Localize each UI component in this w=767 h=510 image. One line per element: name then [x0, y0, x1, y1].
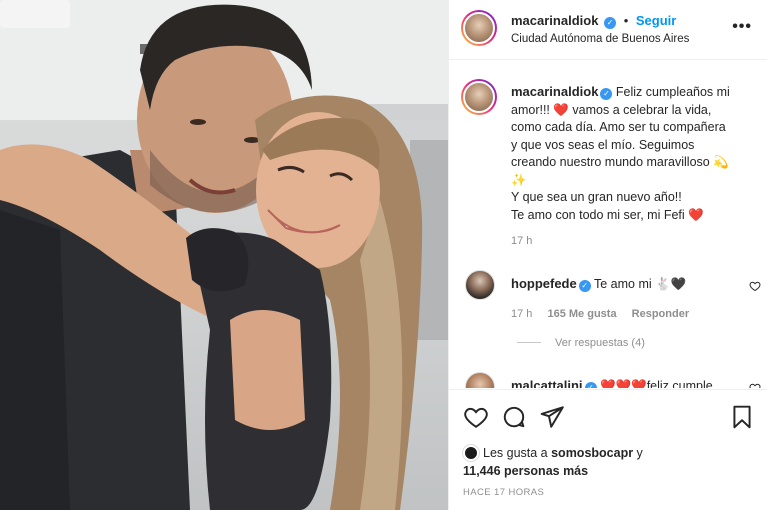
woman-ruffle-sleeve	[186, 228, 249, 292]
couple-photo-illustration	[0, 0, 448, 510]
comment-time[interactable]: 17 h	[511, 308, 532, 320]
post-location[interactable]: Ciudad Autónoma de Buenos Aires	[511, 33, 689, 45]
liker-avatar[interactable]	[463, 445, 479, 461]
like-comment-heart-icon[interactable]	[749, 382, 761, 388]
comment-text: malcattalini ✓ ❤️❤️❤️feliz cumple	[511, 378, 713, 388]
replies-line	[517, 342, 541, 343]
follow-button[interactable]: Seguir	[636, 13, 676, 28]
verified-badge-icon: ✓	[600, 88, 613, 100]
like-heart-icon[interactable]	[463, 404, 489, 430]
commenter-avatar[interactable]	[465, 270, 495, 300]
view-replies-label: Ver respuestas (4)	[555, 337, 645, 349]
comment-meta: 17 h 165 Me gusta Responder	[511, 308, 701, 320]
verified-badge-icon: ✓	[578, 280, 591, 292]
comment-body: ❤️❤️❤️feliz cumple	[596, 379, 713, 388]
caption-time[interactable]: 17 h	[511, 235, 532, 247]
separator-dot: •	[623, 13, 629, 28]
woman-arm-lower	[230, 310, 305, 430]
post-timestamp[interactable]: HACE 17 HORAS	[463, 487, 544, 498]
commenter-avatar[interactable]	[465, 372, 495, 388]
author-avatar[interactable]	[461, 10, 497, 46]
caption-text: macarinaldiok ✓ Feliz cumpleaños mi amor!…	[511, 83, 761, 224]
likes-count[interactable]: 11,446 personas más	[463, 464, 588, 478]
caption-avatar[interactable]	[461, 79, 497, 115]
view-replies-button[interactable]: Ver respuestas (4)	[517, 337, 645, 349]
more-options-icon[interactable]: •••	[732, 18, 752, 36]
post-side-panel: macarinaldiok ✓ • Seguir Ciudad Autónoma…	[448, 0, 767, 510]
verified-badge-icon: ✓	[584, 382, 597, 388]
likes-prefix: Les gusta a	[483, 446, 552, 460]
verified-badge-icon: ✓	[604, 17, 617, 29]
likes-suffix: y	[633, 446, 643, 460]
reply-button[interactable]: Responder	[632, 308, 689, 320]
liker-username[interactable]: somosbocapr	[551, 446, 633, 460]
man-eye-left	[190, 119, 206, 125]
post-actions: Les gusta a somosbocapr y 11,446 persona…	[449, 389, 767, 510]
comment-text: hoppefede ✓ Te amo mi 🐇🖤	[511, 276, 686, 292]
share-paper-plane-icon[interactable]	[539, 404, 565, 430]
comment-likes[interactable]: 165 Me gusta	[547, 308, 616, 320]
ceiling-light	[0, 0, 70, 28]
comment-bubble-icon[interactable]	[501, 404, 527, 430]
save-bookmark-icon[interactable]	[729, 404, 755, 430]
caption-username[interactable]: macarinaldiok	[511, 84, 598, 99]
commenter-username[interactable]: hoppefede	[511, 276, 577, 291]
post-photo[interactable]	[0, 0, 448, 510]
comment-body: Te amo mi 🐇🖤	[590, 277, 687, 291]
likes-summary: Les gusta a somosbocapr y 11,446 persona…	[463, 444, 643, 480]
caption-body: Feliz cumpleaños mi amor!!! ❤️ vamos a c…	[511, 85, 730, 222]
like-comment-heart-icon[interactable]	[749, 280, 761, 292]
author-username[interactable]: macarinaldiok	[511, 13, 598, 28]
post-header: macarinaldiok ✓ • Seguir Ciudad Autónoma…	[449, 0, 767, 60]
comments-list[interactable]: macarinaldiok ✓ Feliz cumpleaños mi amor!…	[449, 61, 767, 388]
commenter-username[interactable]: malcattalini	[511, 378, 583, 388]
header-user-line: macarinaldiok ✓ • Seguir	[511, 13, 676, 29]
man-shirt-shadow	[0, 210, 70, 510]
